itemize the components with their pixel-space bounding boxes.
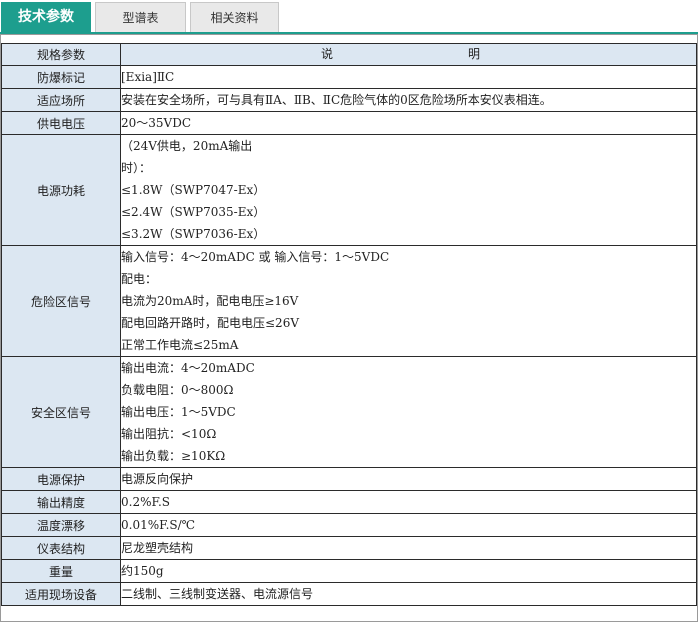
spec-key-cell: 适应场所 bbox=[1, 88, 121, 112]
header-value-left: 说 bbox=[321, 47, 334, 61]
spec-key-cell: 重量 bbox=[1, 559, 121, 583]
spec-value-cell: 电源反向保护 bbox=[120, 467, 697, 491]
spec-value-line: 输入信号：4～20mADC 或 输入信号：1～5VDC bbox=[121, 250, 390, 264]
spec-value-line: [Exia]ⅡC bbox=[121, 70, 175, 84]
spec-value-line: 安装在安全场所，可与具有ⅡA、ⅡB、ⅡC危险气体的0区危险场所本安仪表相连。 bbox=[121, 93, 552, 107]
spec-key-cell: 输出精度 bbox=[1, 490, 121, 514]
spec-value-line: 约150g bbox=[121, 564, 164, 578]
spec-key-cell: 危险区信号 bbox=[1, 245, 121, 357]
header-key-cell: 规格参数 bbox=[1, 43, 121, 66]
tab-bar: 技术参数 型谱表 相关资料 bbox=[0, 0, 698, 34]
spec-value-line: 时）： bbox=[121, 161, 152, 175]
spec-value-line: 负载电阻：0～800Ω bbox=[121, 383, 234, 397]
spec-value-cell: 20～35VDC bbox=[120, 111, 697, 135]
spec-value-line: 电流为20mA时，配电电压≥16V bbox=[121, 294, 299, 308]
spec-value-line: （24V供电，20mA输出 bbox=[121, 139, 253, 153]
spec-value-line: 尼龙塑壳结构 bbox=[121, 541, 194, 555]
spec-value-cell: 0.2%F.S bbox=[120, 490, 697, 514]
spec-value-line: 20～35VDC bbox=[121, 116, 192, 130]
spec-value-cell: （24V供电，20mA输出 时）： ≤1.8W（SWP7047-Ex） ≤2.4W（S… bbox=[120, 134, 697, 246]
spec-value-cell: 输出电流：4～20mADC 负载电阻：0～800Ω 输出电压：1～5VDC 输出阻抗：… bbox=[120, 356, 697, 468]
spec-value-line: 正常工作电流≤25mA bbox=[121, 338, 239, 352]
tab-related-documents[interactable]: 相关资料 bbox=[190, 2, 279, 32]
spec-key-cell: 仪表结构 bbox=[1, 536, 121, 560]
spec-key-cell: 供电电压 bbox=[1, 111, 121, 135]
spec-value-line: 配电： bbox=[121, 272, 158, 286]
table-row: 适应场所 安装在安全场所，可与具有ⅡA、ⅡB、ⅡC危险气体的0区危险场所本安仪表相… bbox=[1, 88, 697, 112]
spec-value-line: 二线制、三线制变送器、电流源信号 bbox=[121, 587, 314, 601]
spec-key-cell: 电源功耗 bbox=[1, 134, 121, 246]
table-row: 安全区信号 输出电流：4～20mADC 负载电阻：0～800Ω 输出电压：1～5VDC… bbox=[1, 356, 697, 468]
table-row: 防爆标记 [Exia]ⅡC bbox=[1, 65, 697, 89]
spec-key-cell: 电源保护 bbox=[1, 467, 121, 491]
table-row: 供电电压 20～35VDC bbox=[1, 111, 697, 135]
table-row: 电源保护 电源反向保护 bbox=[1, 467, 697, 491]
header-value-right: 明 bbox=[468, 47, 481, 61]
spec-value-cell: [Exia]ⅡC bbox=[120, 65, 697, 89]
spec-value-line: ≤3.2W（SWP7036-Ex） bbox=[121, 227, 266, 241]
table-row: 电源功耗 （24V供电，20mA输出 时）： ≤1.8W（SWP7047-Ex） ≤2.… bbox=[1, 134, 697, 246]
table-row: 适用现场设备 二线制、三线制变送器、电流源信号 bbox=[1, 582, 697, 606]
spec-value-line: 电源反向保护 bbox=[121, 472, 194, 486]
spec-key-cell: 温度漂移 bbox=[1, 513, 121, 537]
spec-value-cell: 约150g bbox=[120, 559, 697, 583]
spec-value-cell: 二线制、三线制变送器、电流源信号 bbox=[120, 582, 697, 606]
spec-value-line: 0.01%F.S/℃ bbox=[121, 518, 196, 532]
spec-value-cell: 0.01%F.S/℃ bbox=[120, 513, 697, 537]
spec-value-cell: 输入信号：4～20mADC 或 输入信号：1～5VDC 配电： 电流为20mA时，配… bbox=[120, 245, 697, 357]
spec-value-cell: 尼龙塑壳结构 bbox=[120, 536, 697, 560]
tab-model-table[interactable]: 型谱表 bbox=[95, 2, 186, 32]
spec-value-line: 输出负载：≥10KΩ bbox=[121, 449, 226, 463]
spec-value-line: ≤2.4W（SWP7035-Ex） bbox=[121, 205, 266, 219]
table-row: 危险区信号 输入信号：4～20mADC 或 输入信号：1～5VDC 配电： 电流为20… bbox=[1, 245, 697, 357]
header-value-cell: 说 明 bbox=[120, 43, 697, 66]
table-row: 输出精度 0.2%F.S bbox=[1, 490, 697, 514]
spec-value-line: 0.2%F.S bbox=[121, 495, 170, 509]
spec-key-cell: 防爆标记 bbox=[1, 65, 121, 89]
spec-value-line: ≤1.8W（SWP7047-Ex） bbox=[121, 183, 266, 197]
spec-value-line: 配电回路开路时，配电电压≤26V bbox=[121, 316, 299, 330]
table-row: 重量 约150g bbox=[1, 559, 697, 583]
table-row: 温度漂移 0.01%F.S/℃ bbox=[1, 513, 697, 537]
tab-technical-parameters[interactable]: 技术参数 bbox=[1, 2, 91, 32]
table-header-row: 规格参数 说 明 bbox=[1, 43, 697, 66]
table-row: 仪表结构 尼龙塑壳结构 bbox=[1, 536, 697, 560]
spec-value-cell: 安装在安全场所，可与具有ⅡA、ⅡB、ⅡC危险气体的0区危险场所本安仪表相连。 bbox=[120, 88, 697, 112]
spec-table: 规格参数 说 明 防爆标记 [Exia]ⅡC 适应场所 安装在安全场所，可与具有ⅡA、… bbox=[1, 43, 697, 606]
spec-key-cell: 安全区信号 bbox=[1, 356, 121, 468]
spec-value-line: 输出电压：1～5VDC bbox=[121, 405, 236, 419]
spec-key-cell: 适用现场设备 bbox=[1, 582, 121, 606]
spec-value-line: 输出电流：4～20mADC bbox=[121, 361, 255, 375]
spec-value-line: 输出阻抗：<10Ω bbox=[121, 427, 217, 441]
